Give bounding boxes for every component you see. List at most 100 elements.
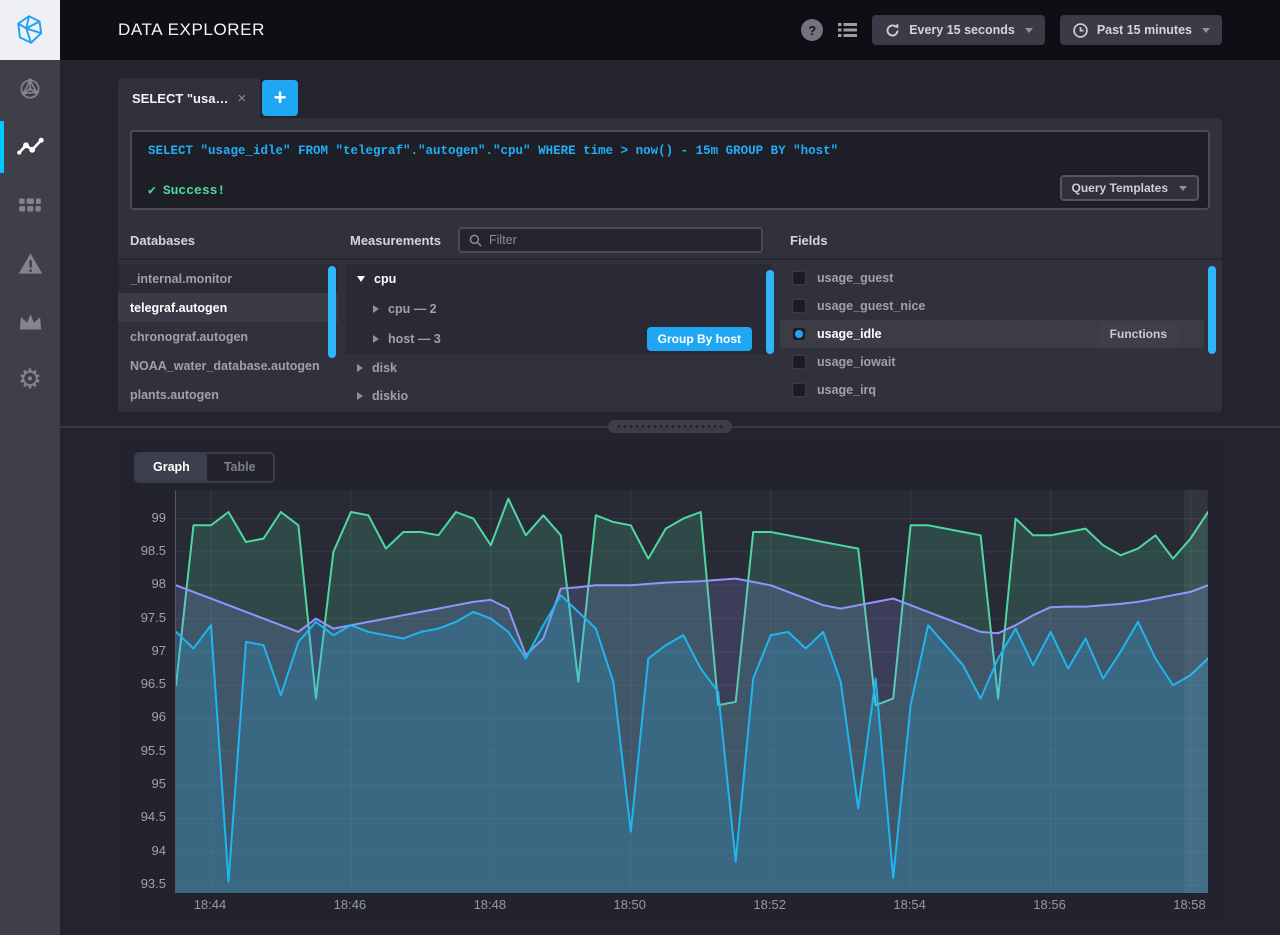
- y-axis-label: 98: [118, 576, 166, 591]
- database-item[interactable]: telegraf.autogen: [118, 293, 338, 322]
- y-axis-label: 95.5: [118, 743, 166, 758]
- field-item[interactable]: usage_iowait: [780, 348, 1204, 376]
- main-content: SELECT "usa… × + SELECT "usage_idle" FRO…: [60, 60, 1280, 935]
- header-divider: [118, 258, 1222, 260]
- field-label: usage_iowait: [817, 355, 896, 369]
- measurements-scrollbar[interactable]: [766, 270, 774, 354]
- y-axis-label: 98.5: [118, 543, 166, 558]
- polyhedron-logo-icon: [13, 13, 47, 47]
- x-axis-label: 18:44: [180, 897, 240, 912]
- database-item[interactable]: chronograf.autogen: [118, 322, 338, 351]
- measurement-label: cpu: [374, 272, 396, 286]
- sidebar-item-admin[interactable]: [0, 292, 60, 350]
- field-item[interactable]: usage_irq: [780, 376, 1204, 404]
- database-item[interactable]: NOAA_water_database.autogen: [118, 351, 338, 380]
- check-icon: ✔: [148, 183, 156, 198]
- line-chart-svg: [176, 490, 1208, 893]
- caret-right-icon: [357, 392, 363, 400]
- refresh-icon: [884, 22, 901, 39]
- active-indicator: [0, 121, 4, 173]
- autorefresh-dropdown[interactable]: Every 15 seconds: [872, 15, 1045, 45]
- query-tab[interactable]: SELECT "usa… ×: [118, 78, 260, 118]
- checkbox-checked-icon[interactable]: [792, 327, 806, 341]
- add-query-tab-button[interactable]: +: [262, 80, 298, 116]
- line-chart-plot[interactable]: [175, 490, 1207, 893]
- x-axis-label: 18:56: [1020, 897, 1080, 912]
- query-builder-panel: SELECT "usage_idle" FROM "telegraf"."aut…: [118, 118, 1222, 412]
- databases-scrollbar[interactable]: [328, 266, 336, 358]
- page-title: DATA EXPLORER: [118, 20, 265, 40]
- y-axis-label: 94: [118, 843, 166, 858]
- checkbox-icon[interactable]: [792, 271, 806, 285]
- field-label: usage_irq: [817, 383, 876, 397]
- measurement-label: cpu — 2: [388, 302, 437, 316]
- pulse-graph-icon: [17, 134, 44, 160]
- left-sidebar: ⚙: [0, 60, 60, 935]
- chronograf-logo[interactable]: [0, 0, 60, 60]
- fields-scrollbar[interactable]: [1208, 266, 1216, 354]
- chevron-down-icon: [1025, 28, 1033, 33]
- query-templates-label: Query Templates: [1072, 181, 1168, 195]
- y-axis-label: 94.5: [118, 809, 166, 824]
- autorefresh-label: Every 15 seconds: [909, 23, 1015, 37]
- caret-right-icon: [373, 305, 379, 313]
- gear-icon: ⚙: [18, 366, 42, 393]
- fields-list: usage_guest usage_guest_nice usage_idle Fun…: [780, 264, 1204, 404]
- x-axis-label: 18:54: [880, 897, 940, 912]
- field-item[interactable]: usage_guest_nice: [780, 292, 1204, 320]
- query-text[interactable]: SELECT "usage_idle" FROM "telegraf"."aut…: [148, 144, 1192, 158]
- checkbox-icon[interactable]: [792, 383, 806, 397]
- sidebar-item-host-list[interactable]: [0, 60, 60, 118]
- query-status: ✔ Success!: [148, 183, 225, 198]
- sidebar-item-dashboards[interactable]: [0, 176, 60, 234]
- x-axis-label: 18:50: [600, 897, 660, 912]
- tab-graph[interactable]: Graph: [136, 454, 207, 481]
- sidebar-item-data-explorer[interactable]: [0, 118, 60, 176]
- y-axis-label: 97.5: [118, 610, 166, 625]
- help-icon[interactable]: ?: [801, 19, 823, 41]
- databases-header: Databases: [130, 222, 195, 258]
- x-axis-label: 18:46: [320, 897, 380, 912]
- field-label: usage_guest: [817, 271, 893, 285]
- x-axis-label: 18:52: [740, 897, 800, 912]
- measurement-label: disk: [372, 361, 397, 375]
- functions-button[interactable]: Functions: [1098, 322, 1179, 346]
- query-editor[interactable]: SELECT "usage_idle" FROM "telegraf"."aut…: [130, 130, 1210, 210]
- checkbox-icon[interactable]: [792, 355, 806, 369]
- field-item[interactable]: usage_idle Functions: [780, 320, 1204, 348]
- timerange-label: Past 15 minutes: [1097, 23, 1192, 37]
- search-icon: [469, 234, 482, 247]
- measurement-label: host — 3: [388, 332, 441, 346]
- y-axis-label: 99: [118, 510, 166, 525]
- close-tab-icon[interactable]: ×: [237, 90, 246, 107]
- resize-handle[interactable]: [608, 420, 732, 433]
- query-templates-dropdown[interactable]: Query Templates: [1060, 175, 1199, 201]
- group-by-host-button[interactable]: Group By host: [647, 327, 752, 351]
- measurements-filter-input[interactable]: Filter: [458, 227, 763, 253]
- y-axis-label: 97: [118, 643, 166, 658]
- field-item[interactable]: usage_guest: [780, 264, 1204, 292]
- x-axis-label: 18:58: [1160, 897, 1220, 912]
- measurement-item[interactable]: diskio: [345, 382, 772, 410]
- checkbox-icon[interactable]: [792, 299, 806, 313]
- dashboards-grid-icon: [17, 193, 43, 217]
- chevron-down-icon: [1179, 186, 1187, 191]
- sidebar-item-config[interactable]: ⚙: [0, 350, 60, 408]
- measurement-item[interactable]: disk: [345, 354, 772, 382]
- chronograf-app: DATA EXPLORER ? Every 15 seconds: [0, 0, 1280, 935]
- tab-table[interactable]: Table: [207, 454, 273, 481]
- measurement-item[interactable]: cpu: [345, 264, 772, 294]
- measurements-list: cpu cpu — 2 host — 3 Group By host disk diski…: [345, 264, 772, 410]
- top-nav-bar: DATA EXPLORER ? Every 15 seconds: [0, 0, 1280, 60]
- log-list-icon[interactable]: [838, 22, 857, 38]
- sidebar-item-alerts[interactable]: [0, 234, 60, 292]
- measurement-label: diskio: [372, 389, 408, 403]
- graph-table-toggle: Graph Table: [134, 452, 275, 483]
- database-item[interactable]: _internal.monitor: [118, 264, 338, 293]
- timerange-dropdown[interactable]: Past 15 minutes: [1060, 15, 1222, 45]
- tag-item[interactable]: cpu — 2: [345, 294, 772, 324]
- field-label: usage_idle: [817, 327, 882, 341]
- tag-item[interactable]: host — 3 Group By host: [345, 324, 772, 354]
- database-item[interactable]: plants.autogen: [118, 380, 338, 409]
- y-axis-label: 93.5: [118, 876, 166, 891]
